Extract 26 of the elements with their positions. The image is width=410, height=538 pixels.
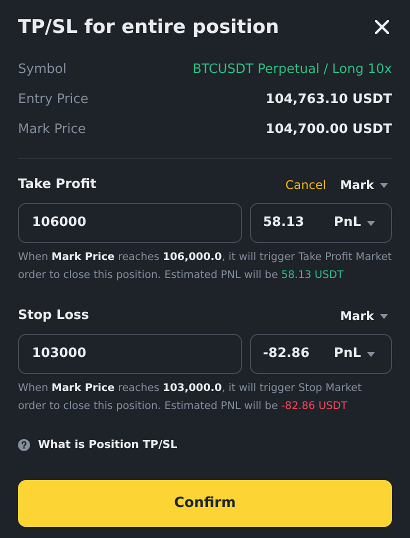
caret-icon <box>367 220 375 226</box>
info-value: BTCUSDT Perpetual / Long 10x <box>192 61 392 80</box>
info-value: 104,763.10 USDT <box>266 91 392 110</box>
price-input[interactable]: 106000 <box>18 203 242 243</box>
info-label: Symbol <box>18 61 66 80</box>
confirm-button[interactable]: Confirm <box>18 480 392 526</box>
pnl-input[interactable]: -82.86 PnL <box>250 334 392 374</box>
info-value: 104,700.00 USDT <box>266 121 392 140</box>
info-label: Entry Price <box>18 91 88 110</box>
price-input[interactable]: 103000 <box>18 334 242 374</box>
description-text: When Mark Price reaches 106,000.0, it will trigger Take Profit Market order to close this position. Estimated PNL will be 58.13 USDT <box>18 250 392 283</box>
section-title: Stop Loss <box>18 307 90 326</box>
info-label: Mark Price <box>18 121 86 140</box>
trigger-dropdown[interactable]: Mark <box>340 307 388 325</box>
question-icon <box>18 439 30 452</box>
close-button[interactable] <box>374 19 390 35</box>
description-text: When Mark Price reaches 103,000.0, it will trigger Stop Market order to close this position. Estimated PNL will be -82.86 USDT <box>18 381 363 414</box>
dialog-title: TP/SL for entire position <box>18 14 280 40</box>
caret-icon <box>380 182 388 188</box>
section-title: Take Profit <box>18 176 96 194</box>
pnl-input[interactable]: 58.13 PnL <box>250 203 392 243</box>
caret-icon <box>367 352 375 356</box>
caret-icon <box>380 314 388 318</box>
cancel-link[interactable]: Cancel <box>285 176 326 194</box>
help-link[interactable]: What is Position TP/SL <box>18 437 178 454</box>
trigger-dropdown[interactable]: Mark <box>340 176 388 194</box>
